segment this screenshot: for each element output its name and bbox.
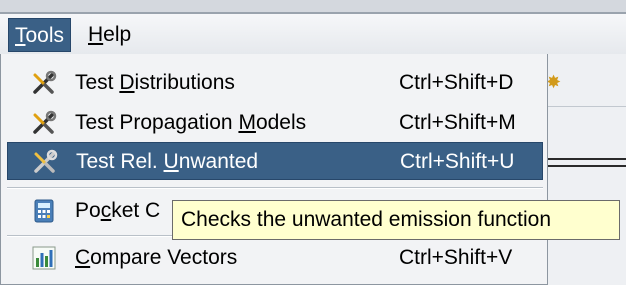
mnemonic: T	[15, 24, 26, 47]
shortcut-text: Ctrl+Shift+U	[400, 150, 515, 173]
menu-item-label: Test Propagation Models	[75, 111, 307, 134]
tools-icon	[33, 70, 57, 94]
shortcut-text: Ctrl+Shift+D	[399, 71, 514, 94]
menu-item-label: Pocket C	[75, 199, 161, 222]
divider	[548, 165, 626, 167]
menu-item-test-propagation-models[interactable]: Test Propagation Models Ctrl+Shift+M	[7, 104, 543, 142]
tools-menu-dropdown: Test Distributions Ctrl+Shift+D Test Pro…	[0, 54, 548, 285]
shortcut-text: Ctrl+Shift+M	[399, 111, 516, 134]
divider	[548, 158, 626, 160]
calculator-icon	[34, 199, 54, 223]
divider	[548, 106, 626, 107]
tools-icon	[34, 149, 58, 173]
mnemonic: H	[88, 23, 104, 46]
toolbar-icon: ✸	[546, 72, 562, 92]
shortcut-text: Ctrl+Shift+V	[399, 246, 513, 269]
menu-item-label: Compare Vectors	[75, 246, 238, 269]
menu-item-label: Test Rel. Unwanted	[76, 150, 259, 173]
window-title-strip	[0, 0, 626, 12]
tooltip: Checks the unwanted emission function	[172, 200, 620, 240]
menu-item-label: Test Distributions	[75, 71, 235, 94]
menu-item-test-rel-unwanted[interactable]: Test Rel. Unwanted Ctrl+Shift+U	[7, 142, 543, 180]
menu-item-test-distributions[interactable]: Test Distributions Ctrl+Shift+D	[7, 64, 543, 102]
menu-separator	[7, 188, 543, 189]
chart-icon	[32, 246, 56, 270]
tools-icon	[33, 110, 57, 134]
menu-tools[interactable]: Tools	[8, 18, 72, 52]
menu-bar: Tools Help	[0, 14, 626, 55]
menu-item-compare-vectors[interactable]: Compare Vectors Ctrl+Shift+V	[7, 239, 543, 277]
menu-help[interactable]: Help	[82, 18, 137, 52]
